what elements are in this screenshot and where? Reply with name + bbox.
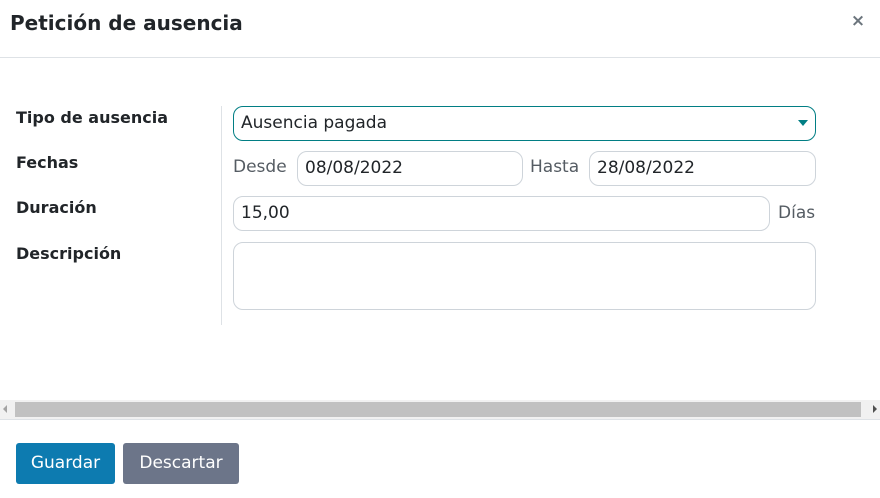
duration-value: 15,00 — [241, 203, 290, 223]
date-from-label: Desde — [233, 157, 287, 177]
date-to-input[interactable]: 28/08/2022 — [589, 151, 816, 186]
footer-divider — [0, 419, 880, 420]
leave-type-select[interactable]: Ausencia pagada — [233, 106, 816, 141]
scroll-left-icon[interactable] — [3, 405, 7, 413]
horizontal-scrollbar[interactable] — [0, 400, 880, 419]
duration-input[interactable]: 15,00 — [233, 196, 770, 231]
discard-button[interactable]: Descartar — [123, 443, 239, 484]
duration-unit: Días — [778, 203, 816, 223]
leave-request-dialog: Petición de ausencia × Tipo de ausencia … — [0, 0, 880, 498]
close-icon[interactable]: × — [850, 12, 866, 30]
dates-label: Fechas — [16, 153, 79, 172]
duration-label: Duración — [16, 198, 97, 217]
description-textarea[interactable] — [233, 242, 816, 310]
description-label: Descripción — [16, 244, 122, 263]
form-column-divider — [221, 106, 222, 325]
dialog-title: Petición de ausencia — [10, 11, 243, 35]
scroll-right-icon[interactable] — [873, 405, 877, 413]
save-button[interactable]: Guardar — [16, 443, 115, 484]
date-from-input[interactable]: 08/08/2022 — [297, 151, 523, 186]
chevron-down-icon — [798, 120, 808, 126]
leave-type-label: Tipo de ausencia — [16, 108, 169, 127]
date-from-value: 08/08/2022 — [305, 158, 403, 178]
date-to-label: Hasta — [530, 157, 580, 177]
date-to-value: 28/08/2022 — [597, 158, 695, 178]
scrollbar-thumb[interactable] — [15, 402, 861, 417]
leave-type-value: Ausencia pagada — [241, 113, 388, 133]
dialog-header: Petición de ausencia × — [0, 0, 880, 58]
